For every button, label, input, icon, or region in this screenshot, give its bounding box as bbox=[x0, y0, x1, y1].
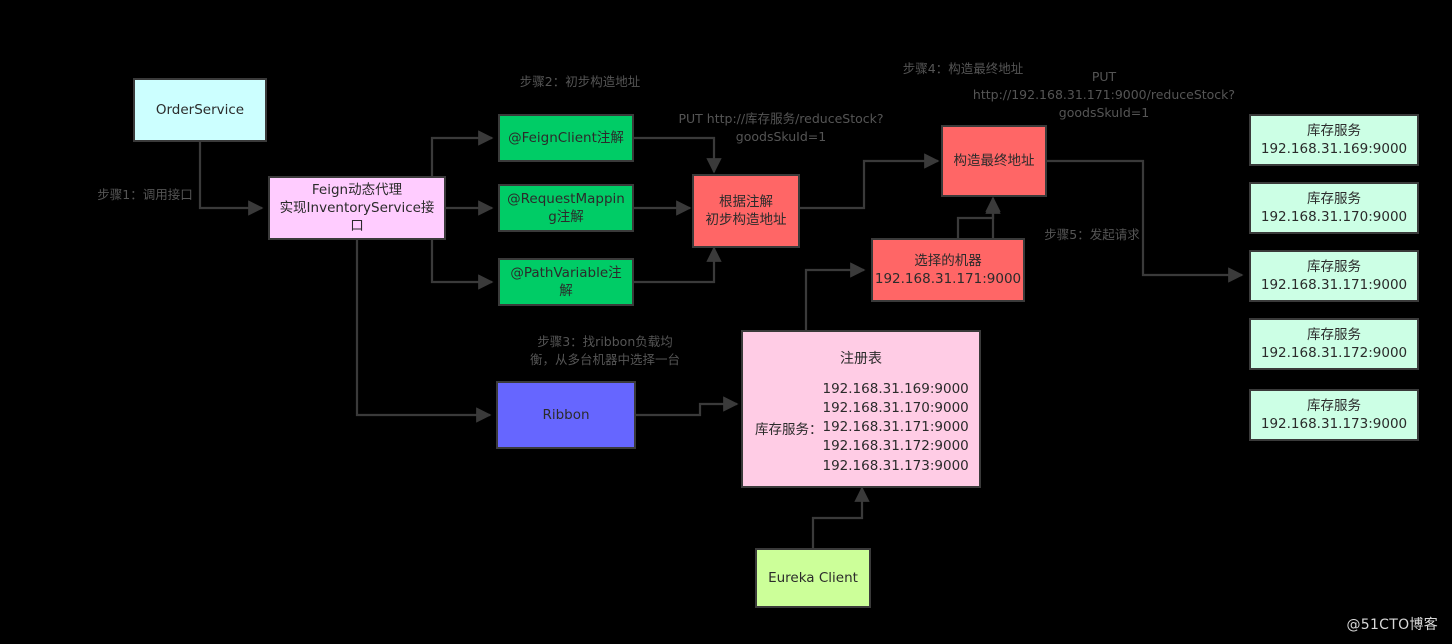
registry-entry: 192.168.31.171:9000 bbox=[822, 419, 969, 436]
registry-entry: 192.168.31.169:9000 bbox=[822, 381, 969, 397]
instance-title: 库存服务 bbox=[1307, 190, 1361, 207]
wire-feign-to-feignclient bbox=[430, 130, 494, 176]
instance-title: 库存服务 bbox=[1307, 258, 1361, 275]
annotation-step3: 步骤3：找ribbon负载均 衡，从多台机器中选择一台 bbox=[529, 334, 680, 368]
wire-ribbon-to-registry bbox=[636, 396, 739, 417]
instance-box-171[interactable]: 库存服务 192.168.31.171:9000 bbox=[1249, 250, 1419, 302]
wire-selected-to-final bbox=[956, 196, 1001, 238]
watermark: @51CTO博客 bbox=[1346, 617, 1438, 633]
diagram-canvas: OrderService Feign动态代理 实现InventoryServic… bbox=[0, 0, 1452, 644]
instance-address: 192.168.31.169:9000 bbox=[1260, 141, 1408, 157]
wire-eureka-to-registry bbox=[811, 486, 870, 548]
node-ribbon[interactable]: Ribbon bbox=[496, 381, 636, 449]
registry-body: 库存服务： 192.168.31.169:9000 192.168.31.170… bbox=[755, 380, 969, 476]
annotation-step2: 步骤2：初步构造地址 bbox=[519, 74, 641, 89]
instance-address: 192.168.31.170:9000 bbox=[1260, 209, 1408, 225]
node-pathvariable-annotation-label: @PathVariable注 解 bbox=[510, 264, 622, 299]
wire-pathvariable-to-initial bbox=[634, 246, 722, 284]
registry-entry: 192.168.31.172:9000 bbox=[822, 438, 969, 455]
node-feignclient-annotation[interactable]: @FeignClient注解 bbox=[498, 114, 634, 162]
wire-feign-to-pathvariable bbox=[430, 240, 494, 290]
node-feign-proxy[interactable]: Feign动态代理 实现InventoryService接口 bbox=[268, 176, 446, 240]
registry-table[interactable]: 注册表 库存服务： 192.168.31.169:9000 192.168.31… bbox=[741, 330, 981, 488]
instance-box-173[interactable]: 库存服务 192.168.31.173:9000 bbox=[1249, 389, 1419, 441]
node-ribbon-label: Ribbon bbox=[542, 406, 590, 423]
instance-address: 192.168.31.173:9000 bbox=[1260, 416, 1408, 432]
registry-title: 注册表 bbox=[840, 351, 882, 367]
node-order-service[interactable]: OrderService bbox=[133, 78, 267, 142]
instance-box-169[interactable]: 库存服务 192.168.31.169:9000 bbox=[1249, 114, 1419, 166]
node-build-final-address[interactable]: 构造最终地址 bbox=[941, 125, 1047, 197]
instance-title: 库存服务 bbox=[1307, 122, 1361, 139]
node-requestmapping-annotation[interactable]: @RequestMappin g注解 bbox=[498, 184, 634, 232]
registry-entry-list: 192.168.31.169:9000 192.168.31.170:9000 … bbox=[823, 380, 969, 476]
instance-address: 192.168.31.172:9000 bbox=[1260, 345, 1408, 361]
wire-final-to-instance-171 bbox=[1047, 159, 1244, 283]
registry-entry: 192.168.31.170:9000 bbox=[822, 400, 969, 417]
instance-title: 库存服务 bbox=[1307, 397, 1361, 414]
node-feignclient-annotation-label: @FeignClient注解 bbox=[508, 129, 624, 146]
node-selected-machine-label: 选择的机器 192.168.31.171:9000 bbox=[874, 252, 1022, 287]
instance-address: 192.168.31.171:9000 bbox=[1260, 277, 1408, 293]
node-build-final-address-label: 构造最终地址 bbox=[953, 152, 1035, 169]
node-eureka-client-label: Eureka Client bbox=[768, 569, 858, 586]
node-requestmapping-annotation-label: @RequestMappin g注解 bbox=[507, 190, 625, 225]
node-build-initial-address[interactable]: 根据注解 初步构造地址 bbox=[692, 174, 800, 248]
node-pathvariable-annotation[interactable]: @PathVariable注 解 bbox=[498, 258, 634, 306]
node-feign-proxy-label: Feign动态代理 实现InventoryService接口 bbox=[279, 181, 435, 235]
annotation-put-initial: PUT http://库存服务/reduceStock? goodsSkuId=… bbox=[678, 111, 884, 145]
node-order-service-label: OrderService bbox=[155, 101, 245, 118]
node-selected-machine[interactable]: 选择的机器 192.168.31.171:9000 bbox=[871, 238, 1025, 302]
instance-title: 库存服务 bbox=[1307, 326, 1361, 343]
annotation-step1: 步骤1：调用接口 bbox=[97, 187, 193, 202]
wire-feign-to-ribbon bbox=[355, 240, 492, 423]
registry-key: 库存服务： bbox=[755, 421, 823, 438]
wire-registry-to-selected bbox=[804, 262, 866, 330]
node-eureka-client[interactable]: Eureka Client bbox=[755, 548, 871, 608]
node-build-initial-address-label: 根据注解 初步构造地址 bbox=[705, 193, 787, 228]
annotation-step5: 步骤5：发起请求 bbox=[1044, 227, 1140, 242]
registry-entry: 192.168.31.173:9000 bbox=[822, 457, 969, 474]
wire-initial-to-final bbox=[800, 153, 940, 210]
instance-box-172[interactable]: 库存服务 192.168.31.172:9000 bbox=[1249, 318, 1419, 370]
instance-box-170[interactable]: 库存服务 192.168.31.170:9000 bbox=[1249, 182, 1419, 234]
annotation-put-final: PUT http://192.168.31.171:9000/reduceSto… bbox=[972, 69, 1236, 121]
